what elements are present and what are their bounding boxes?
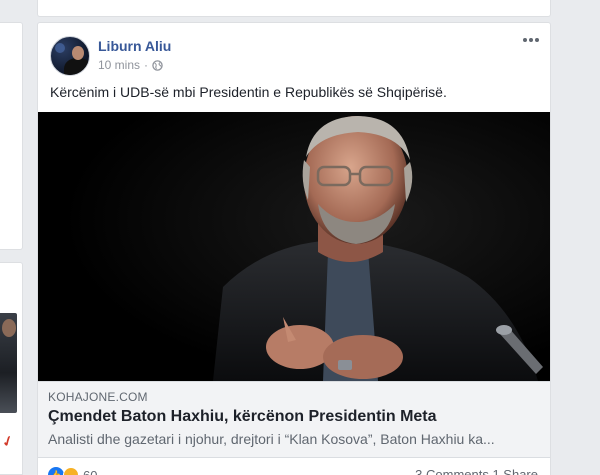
meta-separator: ·: [144, 58, 149, 72]
comments-shares-count[interactable]: 3 Comments 1 Share: [415, 467, 538, 475]
man-portrait-image: [38, 112, 550, 381]
post-timestamp[interactable]: 10 mins: [98, 58, 140, 72]
link-preview-details[interactable]: KOHAJONE.COM Çmendet Baton Haxhiu, kërcë…: [38, 381, 550, 458]
link-domain: KOHAJONE.COM: [48, 390, 148, 404]
author-avatar[interactable]: [50, 36, 90, 76]
link-headline[interactable]: Çmendet Baton Haxhiu, kërcënon President…: [48, 408, 540, 426]
like-reaction-icon: 👍: [48, 467, 64, 475]
sidebar-thumbnail[interactable]: [0, 313, 17, 413]
post-text: Kërcënim i UDB-së mbi Presidentin e Repu…: [50, 84, 447, 100]
author-name-link[interactable]: Liburn Aliu: [98, 38, 171, 54]
post-meta: 10 mins ·: [98, 58, 163, 72]
link-preview-image[interactable]: [38, 112, 550, 381]
sidebar-red-mark: ✓: [0, 431, 16, 451]
sidebar-card-bottom: ✓: [0, 262, 23, 475]
sidebar-card-top: [0, 22, 23, 250]
wow-reaction-icon: [63, 467, 79, 475]
globe-icon[interactable]: [152, 59, 163, 71]
link-description: Analisti dhe gazetari i njohur, drejtori…: [48, 431, 495, 447]
reaction-summary[interactable]: 👍 60: [48, 467, 97, 475]
more-options-icon[interactable]: [521, 32, 541, 48]
feed-post: Liburn Aliu 10 mins · Kërcënim i UDB-së …: [37, 22, 551, 475]
previous-post-card: [37, 0, 551, 17]
reaction-count: 60: [83, 467, 98, 475]
